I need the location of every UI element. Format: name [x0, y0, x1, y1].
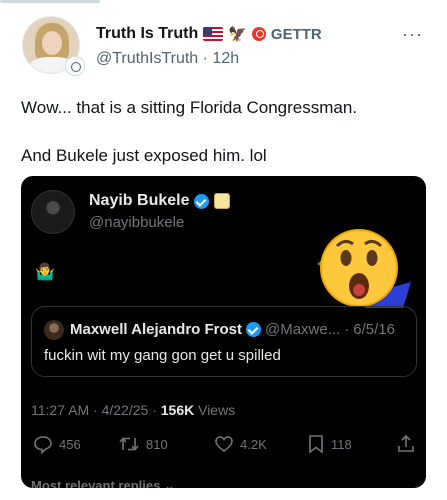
post-text-line: And Bukele just exposed him. lol — [21, 146, 267, 165]
reply-count: 456 — [59, 436, 81, 452]
author-handle-row: @TruthIsTruth · 12h — [96, 50, 239, 68]
embedded-post-image[interactable]: Nayib Bukele @nayibbukele 🤷‍♂️ Maxwell A… — [21, 176, 426, 488]
like-count: 4.2K — [240, 436, 267, 452]
verified-icon — [194, 193, 210, 209]
quoted-author-handle: @Maxwe... — [264, 321, 341, 338]
action-bar: 456 810 4.2K 118 — [21, 434, 426, 458]
bookmark-icon — [309, 435, 323, 454]
quoted-post: Maxwell Alejandro Frost @Maxwe... · 6/5/… — [31, 306, 417, 377]
share-icon — [398, 434, 414, 452]
quoted-meta-separator: · — [344, 321, 350, 338]
bookmark-count: 118 — [331, 436, 352, 452]
most-relevant-replies-label: Most relevant replies ⌄ — [31, 478, 175, 488]
quoted-post-text: fuckin wit my gang gon get u spilled — [44, 347, 281, 364]
embedded-author-name: Nayib Bukele — [89, 192, 190, 209]
quoted-author-name: Maxwell Alejandro Frost — [70, 321, 242, 338]
post-text-line: Wow... that is a sitting Florida Congres… — [21, 98, 358, 117]
more-options-button[interactable]: ··· — [402, 24, 423, 45]
stats-separator: · — [93, 402, 98, 418]
embedded-author-avatar — [31, 190, 75, 234]
gettr-badge-label: GETTR — [270, 25, 322, 43]
views-label: Views — [198, 402, 236, 418]
post-stats: 11:27 AM · 4/22/25 · 156K Views — [31, 402, 235, 418]
quoted-author-row: Maxwell Alejandro Frost @Maxwe... · 6/5/… — [70, 321, 395, 338]
author-name-row: Truth Is Truth 🦅 GETTR — [96, 25, 322, 43]
share-action — [397, 434, 415, 454]
verified-icon — [245, 322, 261, 337]
reply-icon — [34, 436, 52, 454]
affiliate-badge-icon — [214, 193, 231, 209]
shrug-emoji: 🤷‍♂️ — [35, 264, 55, 281]
quoted-author-avatar — [44, 320, 64, 340]
reply-action: 456 — [33, 434, 81, 454]
bookmark-action: 118 — [307, 434, 352, 454]
post-time[interactable]: 12h — [212, 50, 239, 67]
quoted-post-date: 6/5/16 — [353, 321, 395, 338]
embedded-author-row: Nayib Bukele — [89, 192, 231, 210]
us-flag-icon — [203, 27, 224, 41]
stats-time: 11:27 AM — [31, 402, 90, 418]
author-display-name[interactable]: Truth Is Truth — [96, 25, 198, 43]
embedded-author-handle: @nayibbukele — [89, 214, 185, 231]
repost-icon — [119, 437, 139, 451]
surprised-face-emoji — [317, 229, 411, 308]
stats-separator: · — [152, 402, 157, 418]
like-icon — [215, 436, 233, 453]
views-count: 156K — [160, 402, 195, 418]
gettr-logo-icon — [251, 27, 266, 41]
stats-date: 4/22/25 — [101, 402, 149, 418]
author-handle[interactable]: @TruthIsTruth — [96, 50, 198, 67]
avatar-badge-icon — [66, 57, 84, 75]
like-action: 4.2K — [214, 434, 267, 454]
eagle-icon: 🦅 — [228, 26, 247, 43]
top-divider — [0, 0, 100, 3]
repost-count: 810 — [146, 436, 168, 452]
repost-action: 810 — [118, 434, 168, 454]
meta-separator: · — [202, 50, 208, 67]
